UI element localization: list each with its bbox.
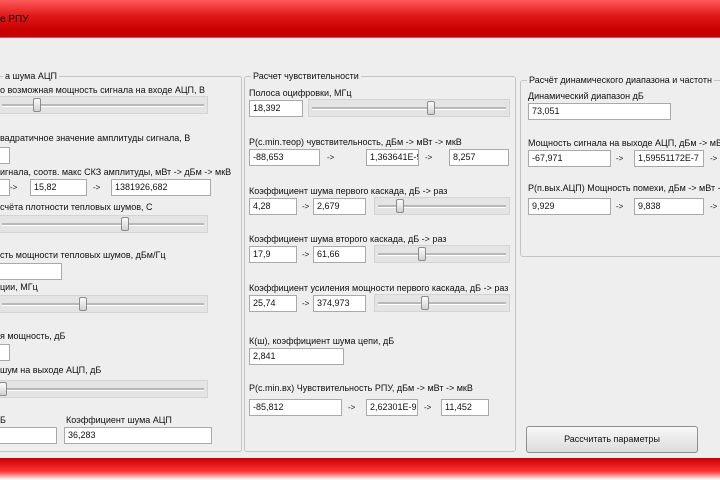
adc-output-signal-mw-field[interactable]: 1,59551172E-7 bbox=[634, 150, 704, 167]
theoretical-sensitivity-mw-field[interactable]: 1,363641E-9 bbox=[366, 149, 419, 166]
theoretical-sensitivity-dbm-field[interactable]: -88,653 bbox=[249, 149, 320, 166]
thermal-noise-temp-slider[interactable] bbox=[0, 215, 208, 233]
arrow-text: -> bbox=[616, 202, 624, 211]
second-stage-noise-slider[interactable] bbox=[374, 245, 510, 263]
arrow-text: -> bbox=[93, 183, 101, 192]
window-title: е РПУ bbox=[0, 14, 29, 25]
slider-thumb[interactable] bbox=[396, 199, 404, 213]
first-stage-gain-times-field[interactable]: 374,973 bbox=[313, 295, 366, 312]
db-label: Б bbox=[0, 415, 6, 425]
slider-thumb[interactable] bbox=[418, 247, 426, 261]
receiver-sensitivity-uv-field[interactable]: 11,452 bbox=[441, 399, 489, 416]
second-stage-noise-times-field[interactable]: 61,66 bbox=[313, 246, 366, 263]
thermal-noise-temp-label: счёта плотности тепловых шумов, С bbox=[0, 202, 153, 212]
first-stage-noise-times-field[interactable]: 2,679 bbox=[313, 198, 366, 215]
first-stage-gain-slider[interactable] bbox=[374, 294, 510, 312]
dynamic-range-group-title: Расчёт динамического диапазона и частотн bbox=[527, 75, 714, 85]
adc-output-noise-label: шум на выходе АЦП, дБ bbox=[0, 365, 102, 375]
max-input-power-label: о возможная мощность сигнала на входе АЦ… bbox=[0, 85, 205, 95]
first-stage-noise-slider[interactable] bbox=[374, 197, 510, 215]
arrow-text: -> bbox=[348, 403, 356, 412]
arrow-text: -> bbox=[710, 202, 718, 211]
slider-thumb[interactable] bbox=[33, 98, 41, 112]
adc-output-noise-slider[interactable] bbox=[0, 380, 208, 398]
theoretical-sensitivity-uv-field[interactable]: 8,257 bbox=[449, 149, 509, 166]
first-stage-gain-label: Коэффициент усиления мощности первого ка… bbox=[249, 283, 509, 293]
power-db-label: я мощность, дБ bbox=[0, 331, 66, 341]
arrow-text: -> bbox=[616, 154, 624, 163]
receiver-sensitivity-mw-field[interactable]: 2,62301E-9 bbox=[366, 399, 418, 416]
bandwidth-slider[interactable] bbox=[308, 99, 510, 117]
arrow-text: -> bbox=[327, 153, 335, 162]
circuit-noise-label: К(ш), коэффициент шума цепи, дБ bbox=[249, 336, 395, 346]
first-stage-gain-db-field[interactable]: 25,74 bbox=[249, 295, 297, 312]
power-db-field[interactable] bbox=[0, 344, 10, 361]
arrow-text: -> bbox=[10, 183, 18, 192]
calculate-parameters-button[interactable]: Рассчитать параметры bbox=[526, 426, 698, 453]
adc-output-signal-dbm-field[interactable]: -67,971 bbox=[528, 150, 611, 167]
circuit-noise-field[interactable]: 2,841 bbox=[249, 348, 344, 365]
arrow-text: -> bbox=[302, 299, 310, 308]
sampling-rate-slider[interactable] bbox=[0, 295, 208, 313]
thermal-noise-density-field[interactable] bbox=[0, 263, 62, 280]
sensitivity-group-title: Расчет чувствительности bbox=[251, 71, 361, 81]
dynamic-range-label: Динамический диапазон дБ bbox=[528, 91, 644, 101]
signal-power-uv-field[interactable]: 1381926,682 bbox=[111, 179, 211, 196]
signal-power-label: игнала, соотв. макс СКЗ амплитуды, мВт -… bbox=[0, 167, 232, 177]
thermal-noise-density-label: сть мощности тепловых шумов, дБм/Гц bbox=[0, 250, 166, 260]
arrow-text: -> bbox=[425, 153, 433, 162]
bandwidth-field[interactable]: 18,392 bbox=[249, 100, 303, 117]
adc-noise-group-title: а шума АЦП bbox=[3, 71, 59, 81]
sampling-rate-label: ции, МГц bbox=[0, 282, 38, 292]
receiver-sensitivity-label: P(c.min.вх) Чувствительность РПУ, дБм ->… bbox=[249, 383, 473, 393]
rms-amplitude-label: вадратичное значение амплитуды сигнала, … bbox=[0, 133, 191, 143]
noise-power-mw-field[interactable]: 9,838 bbox=[634, 198, 704, 215]
first-stage-noise-label: Коэффициент шума первого каскада, дБ -> … bbox=[249, 186, 448, 196]
window-bottom-border bbox=[0, 458, 720, 480]
slider-thumb[interactable] bbox=[121, 217, 129, 231]
dynamic-range-field[interactable]: 73,051 bbox=[528, 103, 671, 120]
db-field[interactable] bbox=[0, 427, 57, 444]
adc-output-signal-label: Мощность сигнала на выходе АЦП, дБм -> м… bbox=[528, 138, 720, 148]
arrow-text: -> bbox=[302, 250, 310, 259]
second-stage-noise-db-field[interactable]: 17,9 bbox=[249, 246, 297, 263]
max-input-power-slider[interactable] bbox=[0, 96, 208, 114]
adc-noise-factor-label: Коэффициент шума АЦП bbox=[66, 415, 172, 425]
arrow-text: -> bbox=[710, 154, 718, 163]
second-stage-noise-label: Коэффициент шума второго каскада, дБ -> … bbox=[249, 234, 447, 244]
slider-thumb[interactable] bbox=[0, 382, 7, 396]
noise-power-label: P(п.вых.АЦП) Мощность помехи, дБм -> мВт… bbox=[528, 183, 720, 193]
signal-power-mw-field[interactable] bbox=[0, 179, 10, 196]
arrow-text: -> bbox=[424, 403, 432, 412]
slider-thumb[interactable] bbox=[79, 297, 87, 311]
adc-noise-factor-field[interactable]: 36,283 bbox=[64, 427, 212, 444]
signal-power-dbm-field[interactable]: 15,82 bbox=[30, 179, 87, 196]
sensitivity-group: Расчет чувствительности bbox=[244, 71, 516, 452]
bandwidth-label: Полоса оцифровки, МГц bbox=[249, 88, 352, 98]
client-area: а шума АЦП о возможная мощность сигнала … bbox=[0, 37, 720, 459]
arrow-text: -> bbox=[302, 202, 310, 211]
rms-amplitude-field[interactable] bbox=[0, 147, 10, 164]
first-stage-noise-db-field[interactable]: 4,28 bbox=[249, 198, 297, 215]
receiver-sensitivity-dbm-field[interactable]: -85,812 bbox=[249, 399, 342, 416]
slider-thumb[interactable] bbox=[427, 101, 435, 115]
slider-thumb[interactable] bbox=[421, 296, 429, 310]
theoretical-sensitivity-label: P(c.min.теор) чувствительность, дБм -> м… bbox=[249, 137, 462, 147]
noise-power-dbm-field[interactable]: 9,929 bbox=[528, 198, 611, 215]
